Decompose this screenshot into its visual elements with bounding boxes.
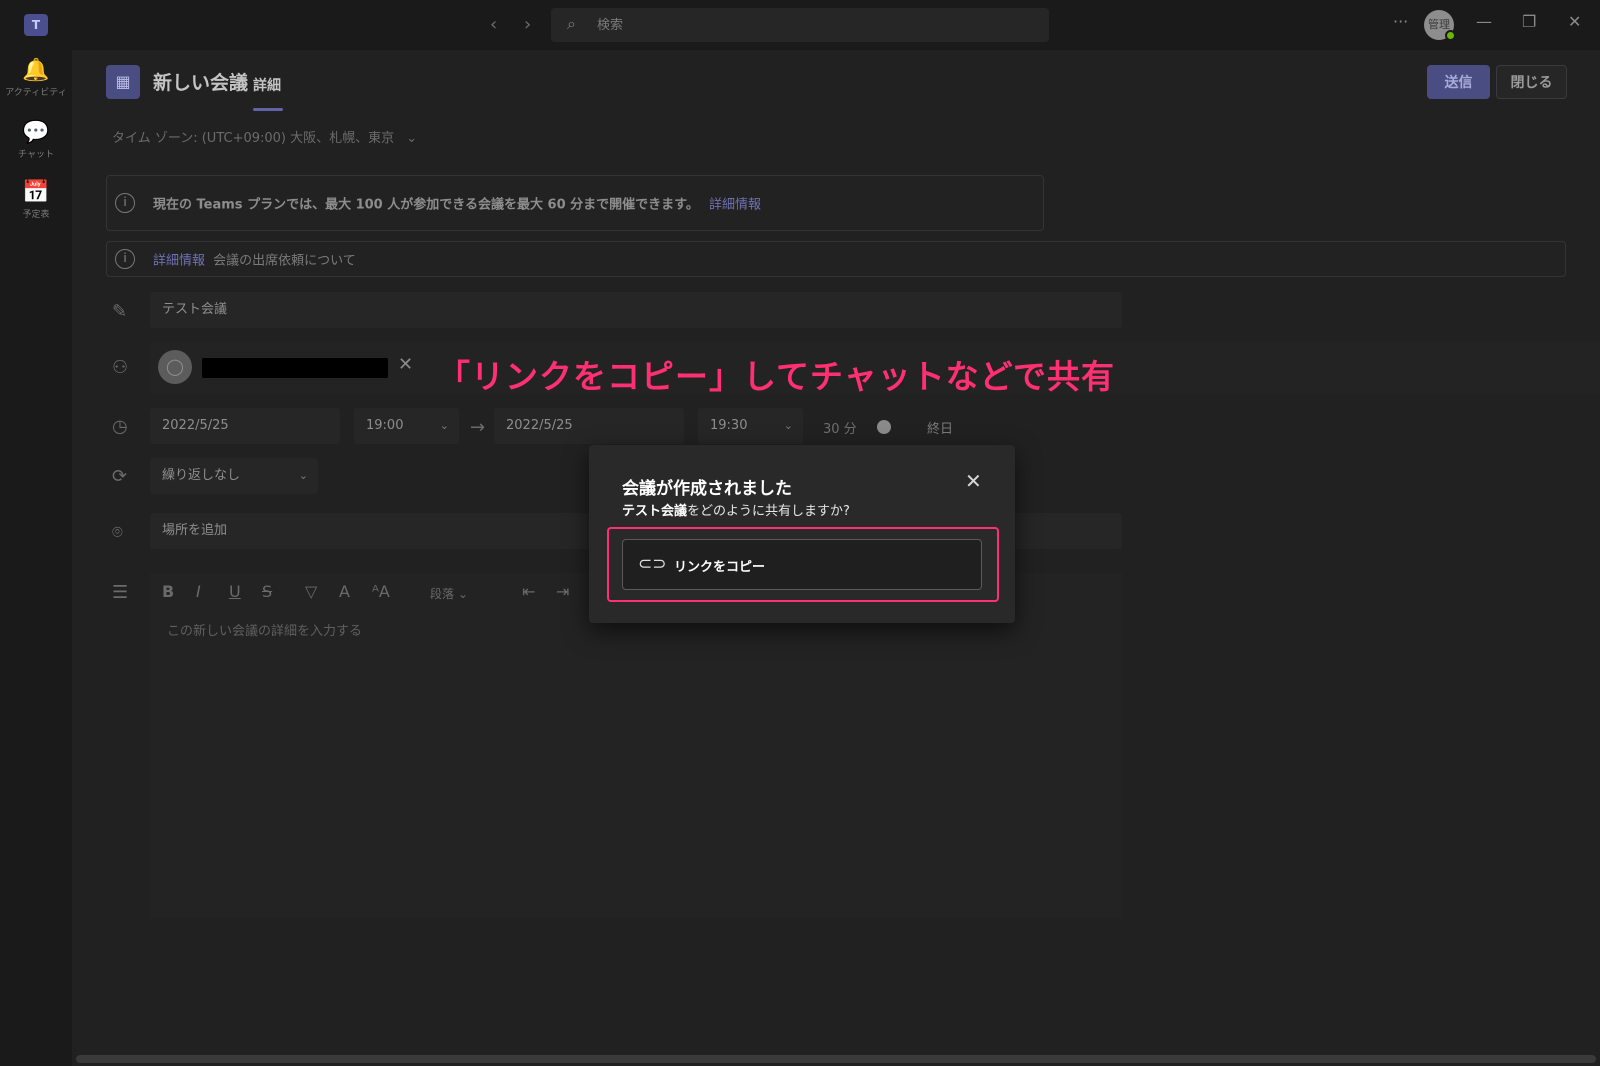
- rail-item-activity[interactable]: 🔔 アクティビティ: [0, 58, 72, 98]
- more-options-icon[interactable]: ···: [1393, 12, 1408, 31]
- end-date-field[interactable]: 2022/5/25: [494, 408, 684, 444]
- arrow-right-icon: →: [470, 417, 486, 438]
- person-avatar-icon: ◯: [158, 350, 192, 384]
- rail-label-activity: アクティビティ: [5, 88, 67, 98]
- avatar-initials: 管理: [1428, 18, 1450, 31]
- chevron-down-icon: ⌄: [298, 469, 308, 482]
- attendance-notice: i 詳細情報 会議の出席依頼について: [106, 241, 1566, 277]
- calendar-badge-icon: ▦: [106, 65, 140, 99]
- back-arrow-icon[interactable]: ‹: [490, 14, 497, 35]
- repeat-icon: ⟳: [112, 466, 128, 487]
- plan-notice-message: 現在の Teams プランでは、最大 100 人が参加できる会議を最大 60 分…: [153, 197, 699, 213]
- left-rail: 🔔 アクティビティ 💬 チャット 📅 予定表: [0, 50, 72, 1066]
- location-placeholder: 場所を追加: [162, 523, 228, 538]
- search-icon: ⌕: [567, 14, 576, 33]
- plan-learn-more-link[interactable]: 詳細情報: [709, 198, 761, 213]
- strikethrough-icon[interactable]: S: [262, 582, 272, 601]
- title-value: テスト会議: [162, 302, 228, 317]
- link-icon: ⊂⊃: [638, 554, 667, 574]
- end-date-value: 2022/5/25: [506, 418, 573, 433]
- clock-icon: ◷: [112, 416, 128, 437]
- dialog-subtitle: テスト会議をどのように共有しますか?: [622, 500, 850, 519]
- tab-details[interactable]: 詳細: [253, 75, 281, 95]
- remove-attendee-icon[interactable]: ✕: [398, 354, 413, 375]
- start-time-value: 19:00: [366, 418, 404, 433]
- start-date-value: 2022/5/25: [162, 418, 229, 433]
- end-time-field[interactable]: 19:30 ⌄: [698, 408, 803, 444]
- repeat-value: 繰り返しなし: [162, 468, 241, 483]
- minimize-icon[interactable]: —: [1476, 12, 1492, 31]
- attendance-notice-text: 詳細情報 会議の出席依頼について: [153, 250, 356, 269]
- timezone-label: タイム ゾーン: (UTC+09:00) 大阪、札幌、東京: [112, 131, 395, 146]
- close-button[interactable]: 閉じる: [1496, 65, 1567, 99]
- plan-notice: i 現在の Teams プランでは、最大 100 人が参加できる会議を最大 60…: [106, 175, 1044, 231]
- teams-logo-icon: T: [24, 14, 48, 36]
- italic-icon[interactable]: I: [196, 582, 201, 601]
- rail-label-chat: チャット: [18, 150, 54, 160]
- chat-icon: 💬: [22, 120, 50, 145]
- dialog-title: 会議が作成されました: [622, 479, 792, 499]
- bell-icon: 🔔: [22, 58, 50, 83]
- page-title: 新しい会議: [153, 72, 249, 94]
- chevron-down-icon: ⌄: [457, 587, 468, 601]
- copy-link-button[interactable]: ⊂⊃ リンクをコピー: [622, 539, 982, 590]
- rail-item-calendar[interactable]: 📅 予定表: [0, 180, 72, 220]
- pencil-icon: ✎: [112, 301, 128, 322]
- meeting-created-dialog: 会議が作成されました テスト会議をどのように共有しますか? ✕ ⊂⊃ リンクをコ…: [589, 445, 1015, 623]
- title-bar: T ‹ › ⌕ ··· 管理 — ❐ ✕: [0, 0, 1600, 50]
- forward-arrow-icon[interactable]: ›: [524, 14, 531, 35]
- rail-label-calendar: 予定表: [22, 210, 50, 220]
- tab-underline: [253, 108, 283, 111]
- search-input[interactable]: [597, 14, 1017, 36]
- status-online-icon: [1445, 30, 1456, 41]
- body-placeholder: この新しい会議の詳細を入力する: [167, 624, 363, 639]
- chevron-down-icon: ⌄: [783, 419, 793, 432]
- window-close-icon[interactable]: ✕: [1568, 12, 1581, 31]
- attendance-notice-message: 会議の出席依頼について: [213, 253, 356, 269]
- chevron-down-icon: ⌄: [406, 131, 418, 146]
- start-date-field[interactable]: 2022/5/25: [150, 408, 340, 444]
- calendar-icon: 📅: [22, 180, 50, 205]
- dialog-subtitle-text: をどのように共有しますか?: [687, 504, 850, 519]
- copy-link-label: リンクをコピー: [674, 560, 766, 575]
- end-time-value: 19:30: [710, 418, 748, 433]
- outdent-icon[interactable]: ⇤: [522, 582, 535, 601]
- bold-icon[interactable]: B: [162, 582, 174, 601]
- restore-icon[interactable]: ❐: [1522, 12, 1536, 31]
- font-size-icon[interactable]: ᴬA: [372, 582, 390, 601]
- rail-item-chat[interactable]: 💬 チャット: [0, 120, 72, 160]
- dialog-close-icon[interactable]: ✕: [965, 469, 982, 493]
- attendance-learn-more-link[interactable]: 詳細情報: [153, 254, 205, 269]
- underline-icon[interactable]: U: [229, 582, 241, 601]
- font-color-icon[interactable]: A: [339, 582, 350, 601]
- plan-notice-text: 現在の Teams プランでは、最大 100 人が参加できる会議を最大 60 分…: [153, 194, 761, 213]
- info-icon: i: [115, 249, 135, 269]
- redacted-name: [202, 358, 388, 378]
- timezone-selector[interactable]: タイム ゾーン: (UTC+09:00) 大阪、札幌、東京 ⌄: [112, 127, 417, 146]
- send-button[interactable]: 送信: [1427, 65, 1490, 99]
- annotation-caption: 「リンクをコピー」してチャットなどで共有: [437, 357, 1116, 396]
- horizontal-scrollbar[interactable]: [76, 1055, 1596, 1063]
- info-icon: i: [115, 193, 135, 213]
- all-day-toggle[interactable]: [877, 420, 891, 434]
- add-attendee-icon: ⚇: [112, 357, 129, 378]
- title-field[interactable]: テスト会議: [150, 292, 1122, 328]
- duration-label: 30 分: [823, 422, 857, 437]
- chevron-down-icon: ⌄: [439, 419, 449, 432]
- search-box[interactable]: ⌕: [551, 8, 1049, 42]
- all-day-label: 終日: [927, 422, 954, 437]
- dialog-subtitle-meeting: テスト会議: [622, 504, 688, 519]
- details-list-icon: ☰: [112, 582, 129, 603]
- repeat-dropdown[interactable]: 繰り返しなし ⌄: [150, 458, 318, 494]
- paragraph-dropdown[interactable]: 段落 ⌄: [430, 585, 468, 602]
- highlight-icon[interactable]: ▽: [305, 582, 317, 601]
- user-avatar[interactable]: 管理: [1424, 10, 1456, 41]
- location-pin-icon: ⌾: [112, 522, 123, 543]
- indent-icon[interactable]: ⇥: [556, 582, 569, 601]
- paragraph-label: 段落: [430, 587, 455, 601]
- start-time-field[interactable]: 19:00 ⌄: [354, 408, 459, 444]
